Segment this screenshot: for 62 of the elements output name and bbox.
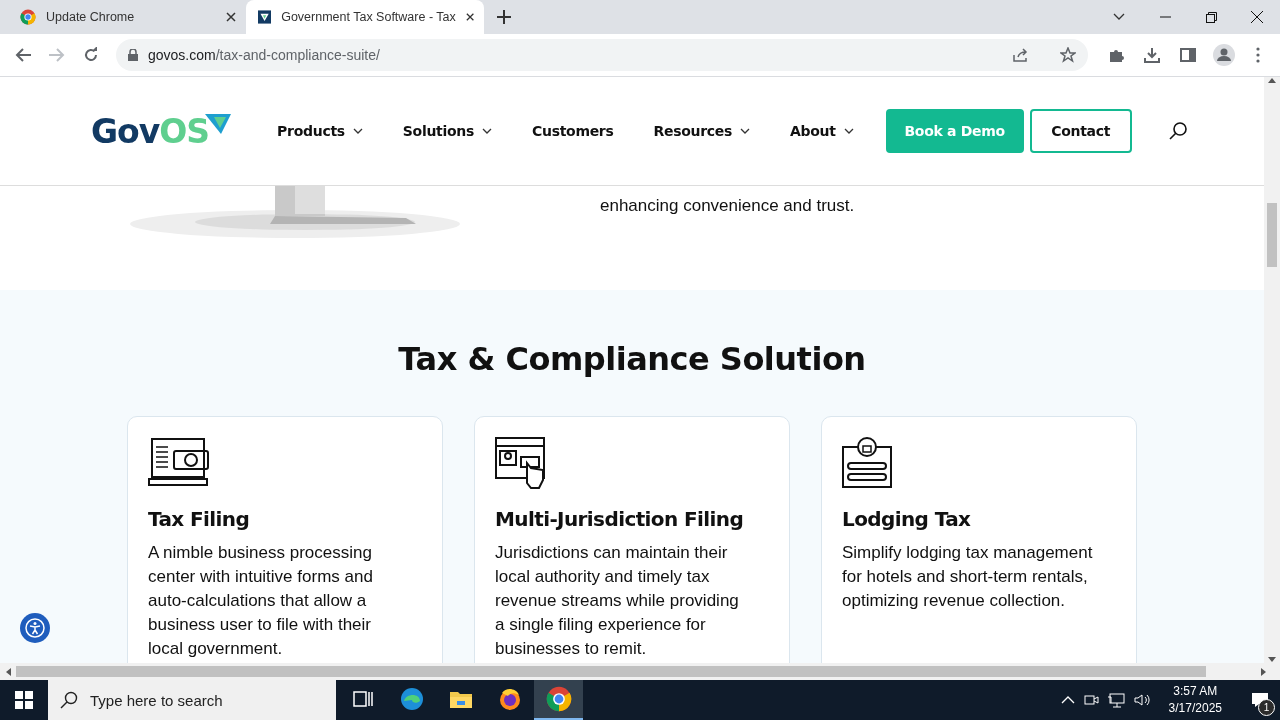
windows-icon[interactable] xyxy=(15,691,33,709)
address-bar[interactable]: govos.com/tax-and-compliance-suite/ xyxy=(116,39,1088,71)
laptop-money-icon xyxy=(148,437,210,489)
scroll-thumb[interactable] xyxy=(1267,203,1277,267)
horizontal-scrollbar[interactable] xyxy=(0,663,1280,680)
search-icon[interactable] xyxy=(1167,121,1188,141)
network-icon[interactable] xyxy=(1106,692,1125,708)
close-icon[interactable] xyxy=(465,12,474,22)
scroll-right-icon xyxy=(1261,667,1267,676)
card-text: A nimble business processing center with intuitive forms and auto-calculations that allow a business user to file with their local government. xyxy=(148,542,374,660)
taskbar-app[interactable] xyxy=(534,680,583,720)
notification-button[interactable]: 1 xyxy=(1240,680,1280,720)
site-logo-icon xyxy=(258,9,272,25)
close-icon[interactable] xyxy=(226,12,236,22)
clock-date[interactable]: 3/17/2025 xyxy=(1168,700,1222,717)
card-text: Jurisdictions can maintain their local authority and timely tax revenue streams while providing a single filing experience for businesses to remit. xyxy=(495,542,740,660)
nav-link[interactable]: Products xyxy=(257,123,383,139)
puzzle-icon[interactable] xyxy=(1108,47,1124,63)
scroll-left-icon xyxy=(5,667,11,676)
browser-tab[interactable]: Government Tax Software - Tax xyxy=(246,0,484,34)
lock-icon xyxy=(128,49,138,61)
taskbar-search[interactable]: Type here to search xyxy=(48,680,336,720)
volume-icon[interactable] xyxy=(1132,692,1151,708)
minimize-icon[interactable] xyxy=(1159,16,1171,18)
card-title: Multi-Jurisdiction Filing xyxy=(495,507,745,531)
card-title: Lodging Tax xyxy=(842,507,972,531)
browser-tap-icon xyxy=(495,437,547,489)
search-icon xyxy=(60,691,78,709)
profile-icon[interactable] xyxy=(1213,44,1235,66)
task-view-icon[interactable] xyxy=(352,690,373,708)
nav-link[interactable]: Resources xyxy=(633,123,771,139)
card-text: Simplify lodging tax management for hotels and short-term rentals, optimizing revenue collection. xyxy=(842,542,1094,612)
camera-icon[interactable] xyxy=(1082,692,1099,708)
logo[interactable]: GovOS xyxy=(91,111,232,151)
firefox-icon[interactable] xyxy=(497,687,522,711)
back-icon[interactable] xyxy=(15,48,31,62)
chrome-icon[interactable] xyxy=(545,686,572,712)
tab-search-icon[interactable] xyxy=(1113,13,1125,21)
restore-icon[interactable] xyxy=(1205,11,1217,23)
nav-link[interactable]: Solutions xyxy=(382,123,512,139)
nav-link[interactable]: About xyxy=(770,123,874,139)
download-icon[interactable] xyxy=(1144,47,1160,63)
vertical-scrollbar[interactable] xyxy=(1264,77,1280,663)
new-tab-icon[interactable] xyxy=(497,10,511,24)
side-panel-icon[interactable] xyxy=(1180,47,1196,63)
clock-time[interactable]: 3:57 AM xyxy=(1173,683,1218,700)
share-icon[interactable] xyxy=(1012,47,1028,63)
chevron-up-icon[interactable] xyxy=(1060,696,1075,704)
edge-icon[interactable] xyxy=(399,687,424,711)
scroll-thumb[interactable] xyxy=(16,666,1206,677)
section-title: Tax & Compliance Solution xyxy=(398,340,866,378)
star-icon[interactable] xyxy=(1060,47,1076,63)
contact-button[interactable]: Contact xyxy=(1029,109,1132,153)
folder-icon[interactable] xyxy=(448,689,473,709)
browser-tab[interactable]: Update Chrome xyxy=(8,0,246,34)
nav-link[interactable]: Customers xyxy=(512,123,634,139)
menu-icon[interactable] xyxy=(1256,47,1260,63)
reload-icon[interactable] xyxy=(83,47,99,63)
lock-form-icon xyxy=(842,437,894,489)
close-icon[interactable] xyxy=(1251,11,1263,23)
card-title: Tax Filing xyxy=(148,507,251,531)
intro-text: enhancing convenience and trust. xyxy=(600,195,855,217)
